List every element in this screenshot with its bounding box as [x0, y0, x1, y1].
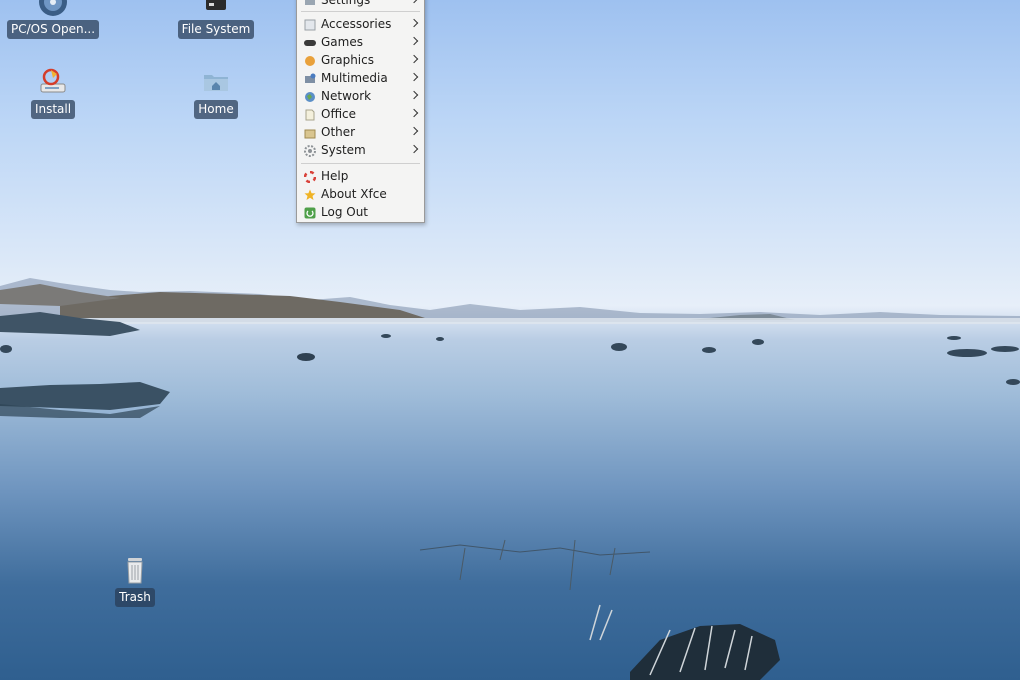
desktop-icon-file-system[interactable]: File System	[168, 0, 264, 39]
menu-separator	[301, 11, 420, 12]
menu-item-games[interactable]: Games	[300, 33, 423, 51]
desktop-icon-label: PC/OS Open...	[6, 20, 100, 39]
logout-icon	[304, 206, 316, 219]
document-icon	[304, 108, 316, 121]
menu-item-log-out[interactable]: Log Out	[300, 203, 423, 221]
menu-item-label: Settings	[321, 0, 371, 7]
multimedia-icon	[304, 72, 316, 84]
install-icon	[37, 66, 69, 98]
menu-item-label: About Xfce	[321, 187, 387, 201]
menu-item-graphics[interactable]: Graphics	[300, 51, 423, 69]
menu-item-label: Help	[321, 169, 349, 183]
menu-item-help[interactable]: Help	[300, 167, 423, 185]
menu-item-label: Graphics	[321, 53, 374, 67]
lifebuoy-icon	[303, 170, 317, 184]
chevron-right-icon	[409, 36, 419, 46]
desktop-icon-pcos-open[interactable]: PC/OS Open...	[5, 0, 101, 39]
menu-item-label: Multimedia	[321, 71, 388, 85]
chevron-right-icon	[409, 18, 419, 28]
chevron-right-icon	[409, 108, 419, 118]
paintbrush-icon	[304, 54, 316, 66]
applications-menu: Settings Accessories Games Graphics Mult…	[296, 0, 425, 223]
menu-item-label: Network	[321, 89, 372, 103]
menu-item-accessories[interactable]: Accessories	[300, 15, 423, 33]
menu-item-system[interactable]: System	[300, 141, 423, 159]
menu-separator	[301, 163, 420, 164]
desktop-icon-label: Install	[30, 100, 76, 119]
gamepad-icon	[304, 36, 316, 48]
home-folder-icon	[200, 66, 232, 98]
hard-drive-icon	[200, 0, 232, 18]
settings-icon	[304, 0, 316, 6]
star-icon	[304, 188, 316, 200]
chevron-right-icon	[409, 54, 419, 64]
accessories-icon	[304, 18, 316, 31]
desktop-icon-label: File System	[177, 20, 255, 39]
chevron-right-icon	[409, 126, 419, 136]
chevron-right-icon	[409, 0, 419, 4]
menu-item-label: Other	[321, 125, 356, 139]
chevron-right-icon	[409, 72, 419, 82]
gear-icon	[304, 144, 316, 157]
menu-item-label: Log Out	[321, 205, 369, 219]
trash-icon	[119, 554, 151, 586]
menu-item-about-xfce[interactable]: About Xfce	[300, 185, 423, 203]
menu-item-label: Accessories	[321, 17, 392, 31]
globe-icon	[304, 90, 316, 102]
desktop-icon-home[interactable]: Home	[168, 66, 264, 119]
chevron-right-icon	[409, 90, 419, 100]
desktop-icon-trash[interactable]: Trash	[87, 554, 183, 607]
menu-item-label: System	[321, 143, 366, 157]
desktop-icon-label: Trash	[115, 588, 155, 607]
disc-icon	[37, 0, 69, 18]
menu-item-settings[interactable]: Settings	[300, 0, 423, 9]
menu-item-label: Games	[321, 35, 363, 49]
desktop-icon-label: Home	[194, 100, 238, 119]
other-icon	[304, 126, 316, 139]
menu-item-other[interactable]: Other	[300, 123, 423, 141]
menu-item-office[interactable]: Office	[300, 105, 423, 123]
desktop-icon-install[interactable]: Install	[5, 66, 101, 119]
menu-item-network[interactable]: Network	[300, 87, 423, 105]
menu-item-multimedia[interactable]: Multimedia	[300, 69, 423, 87]
menu-item-label: Office	[321, 107, 357, 121]
chevron-right-icon	[409, 144, 419, 154]
